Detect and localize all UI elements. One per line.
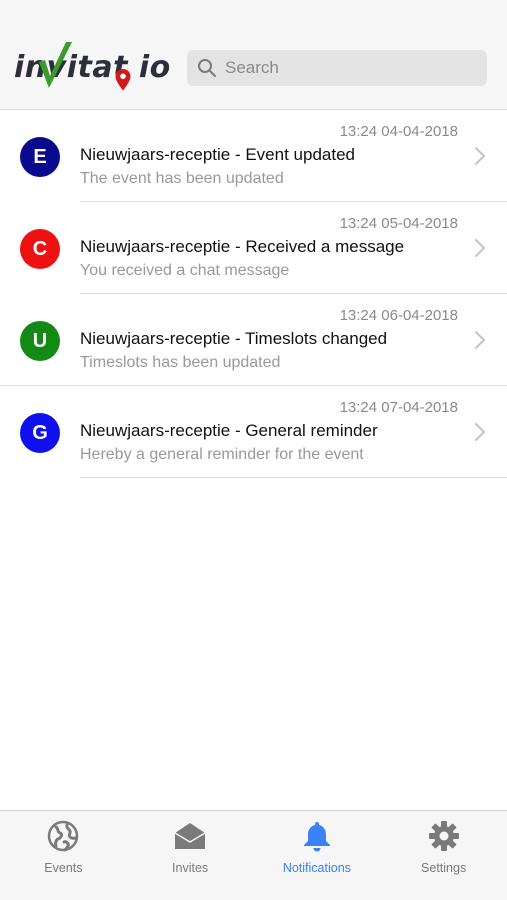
notification-subtitle: Hereby a general reminder for the event (80, 446, 364, 463)
notification-subtitle: Timeslots has been updated (80, 354, 281, 371)
notification-list: E 13:24 04-04-2018 Nieuwjaars-receptie -… (0, 110, 507, 478)
notification-subtitle: The event has been updated (80, 170, 284, 187)
notification-subtitle: You received a chat message (80, 262, 290, 279)
gear-icon (427, 819, 461, 853)
tab-invites[interactable]: Invites (127, 811, 254, 900)
notification-time: 13:24 07-04-2018 (339, 399, 458, 416)
notification-time: 13:24 06-04-2018 (339, 307, 458, 324)
globe-icon (46, 819, 80, 853)
notification-time: 13:24 04-04-2018 (339, 123, 458, 140)
envelope-icon (173, 819, 207, 853)
bell-icon (300, 819, 334, 853)
search-input[interactable] (225, 53, 465, 83)
tab-bar: Events Invites Notifications Settings (0, 810, 507, 900)
tab-notifications[interactable]: Notifications (254, 811, 381, 900)
notification-title: Nieuwjaars-receptie - Timeslots changed (80, 329, 388, 348)
avatar: C (20, 229, 60, 269)
avatar: U (20, 321, 60, 361)
logo-pin-icon (115, 69, 131, 91)
notification-title: Nieuwjaars-receptie - Event updated (80, 145, 355, 164)
avatar: E (20, 137, 60, 177)
tab-label: Invites (172, 861, 209, 875)
divider (80, 477, 507, 478)
notification-item[interactable]: C 13:24 05-04-2018 Nieuwjaars-receptie -… (0, 202, 507, 294)
tab-events[interactable]: Events (0, 811, 127, 900)
tab-settings[interactable]: Settings (380, 811, 507, 900)
notification-time: 13:24 05-04-2018 (339, 215, 458, 232)
notification-title: Nieuwjaars-receptie - General reminder (80, 421, 378, 440)
tab-label: Events (44, 861, 83, 875)
app-header: invitat io (0, 0, 507, 110)
notification-item[interactable]: G 13:24 07-04-2018 Nieuwjaars-receptie -… (0, 386, 507, 478)
logo-checkmark-icon (39, 42, 72, 88)
chevron-right-icon (475, 423, 485, 441)
app-logo: invitat io (14, 40, 174, 96)
notification-title: Nieuwjaars-receptie - Received a message (80, 237, 405, 256)
notification-item[interactable]: U 13:24 06-04-2018 Nieuwjaars-receptie -… (0, 294, 507, 386)
tab-label: Notifications (282, 861, 351, 875)
chevron-right-icon (475, 147, 485, 165)
chevron-right-icon (475, 239, 485, 257)
search-bar[interactable] (187, 50, 487, 86)
notification-item[interactable]: E 13:24 04-04-2018 Nieuwjaars-receptie -… (0, 110, 507, 202)
chevron-right-icon (475, 331, 485, 349)
search-icon (197, 58, 217, 78)
avatar: G (20, 413, 60, 453)
tab-label: Settings (421, 861, 467, 875)
